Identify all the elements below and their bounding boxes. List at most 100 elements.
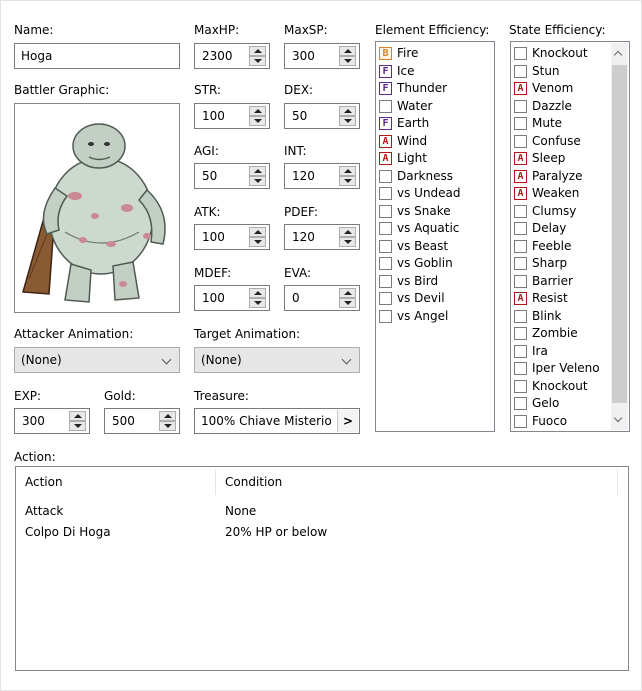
state-efficiency-label: State Efficiency: <box>509 23 606 37</box>
state-efficiency-scrollbar[interactable] <box>611 43 628 430</box>
atk-label: ATK: <box>194 205 221 219</box>
efficiency-level-icon[interactable] <box>514 274 527 288</box>
agi-up-button[interactable] <box>249 166 266 176</box>
attacker-animation-select[interactable]: (None) <box>14 347 180 373</box>
exp-stepper[interactable]: 300 <box>14 408 90 434</box>
dex-stepper[interactable]: 50 <box>284 103 360 129</box>
efficiency-level-icon[interactable]: A <box>514 169 527 183</box>
str-up-button[interactable] <box>249 106 266 116</box>
efficiency-level-icon[interactable] <box>514 47 527 60</box>
efficiency-level-icon[interactable] <box>379 169 392 183</box>
efficiency-level-icon[interactable] <box>379 292 392 305</box>
target-animation-select[interactable]: (None) <box>194 347 360 373</box>
name-input[interactable]: Hoga <box>14 43 180 69</box>
efficiency-level-icon[interactable]: F <box>379 117 392 130</box>
treasure-browse-button[interactable]: > <box>337 410 358 432</box>
efficiency-level-icon[interactable] <box>514 64 527 78</box>
eva-down-button[interactable] <box>339 298 356 308</box>
pdef-up-button[interactable] <box>339 227 356 237</box>
efficiency-level-icon[interactable] <box>379 239 392 253</box>
treasure-field[interactable]: 100% Chiave Misterio <box>194 408 360 434</box>
efficiency-level-icon[interactable]: A <box>514 187 527 200</box>
battler-graphic-frame[interactable] <box>14 103 180 313</box>
scrollbar-thumb[interactable] <box>612 65 627 403</box>
element-efficiency-item-label: vs Goblin <box>397 256 453 270</box>
efficiency-level-icon[interactable] <box>514 222 527 235</box>
scroll-up-icon[interactable] <box>613 50 623 60</box>
atk-value: 100 <box>202 230 225 244</box>
atk-up-button[interactable] <box>249 227 266 237</box>
action-table[interactable]: Action Condition Attack None Colpo Di Ho… <box>15 466 629 671</box>
efficiency-level-icon[interactable] <box>514 362 527 375</box>
mdef-down-button[interactable] <box>249 298 266 308</box>
efficiency-level-icon[interactable] <box>514 204 527 218</box>
efficiency-level-icon[interactable] <box>514 117 527 130</box>
atk-stepper[interactable]: 100 <box>194 224 270 250</box>
action-column-header[interactable]: Action <box>25 467 63 497</box>
efficiency-level-icon[interactable] <box>514 344 527 358</box>
gold-up-button[interactable] <box>159 411 176 421</box>
mdef-stepper[interactable]: 100 <box>194 285 270 311</box>
state-efficiency-list[interactable]: Knockout Stun A Venom Dazzle Mute Confuse A Slee… <box>510 41 630 432</box>
element-efficiency-list[interactable]: B Fire F Ice F Thunder Water F Earth A Wind A Light D… <box>375 41 495 432</box>
dex-down-button[interactable] <box>339 116 356 126</box>
efficiency-level-icon[interactable]: A <box>514 152 527 165</box>
efficiency-level-icon[interactable]: B <box>379 47 392 60</box>
arrow-up-icon <box>344 49 352 53</box>
table-row[interactable]: Colpo Di Hoga 20% HP or below <box>16 522 628 543</box>
efficiency-level-icon[interactable] <box>379 99 392 113</box>
maxsp-up-button[interactable] <box>339 46 356 56</box>
maxhp-stepper[interactable]: 2300 <box>194 43 270 69</box>
dex-up-button[interactable] <box>339 106 356 116</box>
efficiency-level-icon[interactable]: A <box>379 134 392 148</box>
element-efficiency-item-label: vs Devil <box>397 291 445 305</box>
efficiency-level-icon[interactable] <box>379 309 392 323</box>
pdef-stepper[interactable]: 120 <box>284 224 360 250</box>
maxhp-down-button[interactable] <box>249 56 266 66</box>
efficiency-level-icon[interactable] <box>514 327 527 340</box>
scroll-down-icon[interactable] <box>613 413 623 423</box>
efficiency-level-icon[interactable] <box>514 99 527 113</box>
pdef-down-button[interactable] <box>339 237 356 247</box>
arrow-up-icon <box>344 230 352 234</box>
efficiency-level-icon[interactable] <box>514 239 527 253</box>
maxsp-stepper[interactable]: 300 <box>284 43 360 69</box>
efficiency-level-icon[interactable] <box>379 222 392 235</box>
efficiency-level-icon[interactable]: F <box>379 64 392 78</box>
int-stepper[interactable]: 120 <box>284 163 360 189</box>
efficiency-level-icon[interactable] <box>514 309 527 323</box>
efficiency-level-icon[interactable] <box>514 379 527 393</box>
efficiency-level-icon[interactable]: A <box>379 152 392 165</box>
element-efficiency-item-label: Fire <box>397 46 419 60</box>
gold-stepper[interactable]: 500 <box>104 408 180 434</box>
efficiency-level-icon[interactable] <box>379 204 392 218</box>
str-down-button[interactable] <box>249 116 266 126</box>
efficiency-level-icon[interactable] <box>514 134 527 148</box>
efficiency-level-icon[interactable] <box>379 274 392 288</box>
condition-column-header[interactable]: Condition <box>225 467 282 497</box>
eva-up-button[interactable] <box>339 288 356 298</box>
efficiency-level-icon[interactable] <box>514 257 527 270</box>
table-row[interactable]: Attack None <box>16 501 628 522</box>
efficiency-level-icon[interactable]: F <box>379 82 392 95</box>
efficiency-level-icon[interactable]: A <box>514 292 527 305</box>
agi-down-button[interactable] <box>249 176 266 186</box>
int-down-button[interactable] <box>339 176 356 186</box>
atk-down-button[interactable] <box>249 237 266 247</box>
int-up-button[interactable] <box>339 166 356 176</box>
efficiency-level-icon[interactable]: A <box>514 82 527 95</box>
state-efficiency-item-label: Dazzle <box>532 98 572 113</box>
mdef-up-button[interactable] <box>249 288 266 298</box>
efficiency-level-icon[interactable] <box>514 414 527 428</box>
eva-stepper[interactable]: 0 <box>284 285 360 311</box>
maxhp-up-button[interactable] <box>249 46 266 56</box>
exp-up-button[interactable] <box>69 411 86 421</box>
str-stepper[interactable]: 100 <box>194 103 270 129</box>
efficiency-level-icon[interactable] <box>379 257 392 270</box>
efficiency-level-icon[interactable] <box>379 187 392 200</box>
agi-stepper[interactable]: 50 <box>194 163 270 189</box>
gold-down-button[interactable] <box>159 421 176 431</box>
efficiency-level-icon[interactable] <box>514 397 527 410</box>
maxsp-down-button[interactable] <box>339 56 356 66</box>
exp-down-button[interactable] <box>69 421 86 431</box>
